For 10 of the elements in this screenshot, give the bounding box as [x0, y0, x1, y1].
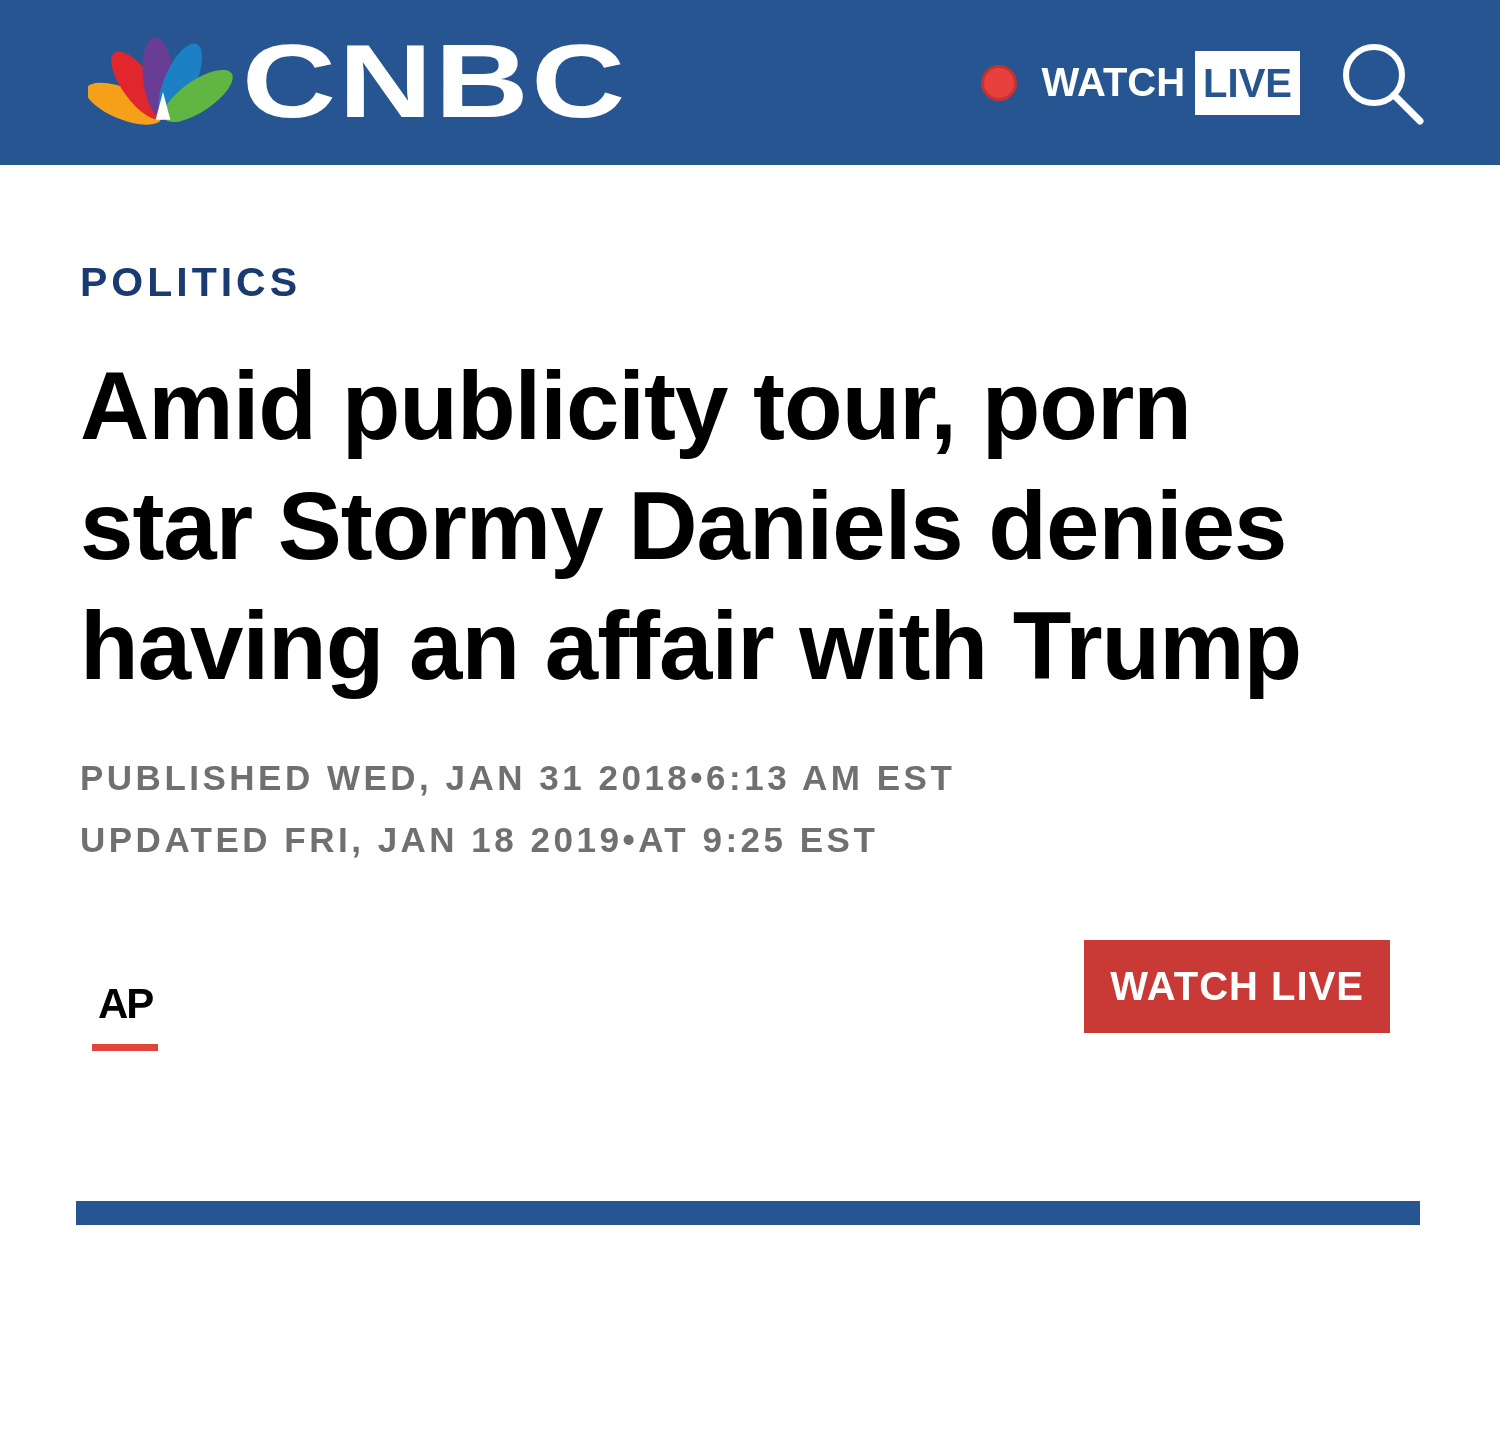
watch-live-link[interactable]: WATCH LIVE — [981, 50, 1300, 115]
logo-wordmark[interactable]: CNBC — [242, 28, 628, 133]
watch-live-button[interactable]: WATCH LIVE — [1084, 940, 1390, 1033]
updated-date: UPDATED FRI, JAN 18 2019•AT 9:25 EST — [80, 820, 880, 860]
headline: Amid publicity tour, porn star Stormy Daniels denies having an affair with Trump — [80, 351, 1303, 701]
section-label[interactable]: POLITICS — [80, 259, 1420, 306]
author-name[interactable]: AP — [92, 980, 159, 1051]
watch-label: WATCH — [1041, 60, 1186, 105]
live-badge: LIVE — [1195, 50, 1300, 115]
published-date: PUBLISHED WED, JAN 31 2018•6:13 AM EST — [80, 758, 957, 798]
